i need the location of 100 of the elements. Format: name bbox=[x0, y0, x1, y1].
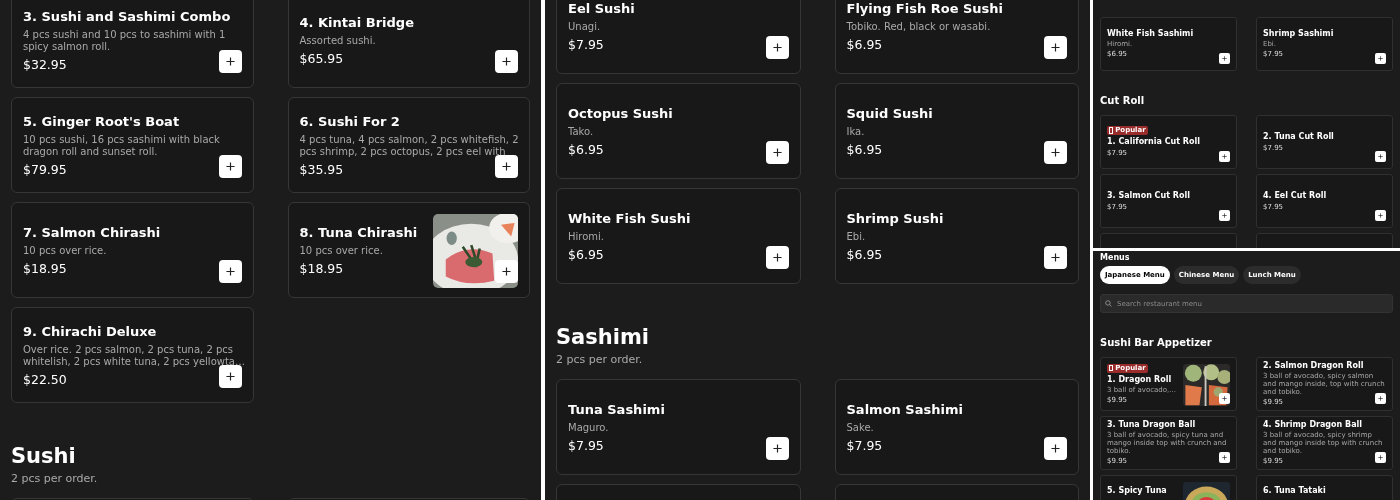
plus-icon bbox=[1222, 396, 1227, 401]
plus-icon bbox=[225, 372, 235, 381]
item-name: 7. Salmon Chirashi bbox=[23, 223, 161, 242]
item-price: $6.95 bbox=[846, 36, 883, 53]
add-button[interactable] bbox=[218, 50, 242, 73]
menu-item-card[interactable]: Octopus Sushi Tako. $6.95 bbox=[556, 83, 801, 179]
item-name: 4. Kintai Bridge bbox=[299, 13, 414, 32]
item-description: 10 pcs over rice. bbox=[299, 244, 384, 257]
plus-icon bbox=[1222, 455, 1227, 460]
item-price: $18.95 bbox=[23, 260, 67, 277]
add-button[interactable] bbox=[1044, 246, 1067, 269]
item-description: Over rice. 2 pcs salmon, 2 pcs tuna, 2 pcs whitelish, 2 pcs white tuna, 2 pcs yellowta… bbox=[23, 343, 246, 368]
item-price: $6.95 bbox=[568, 141, 604, 158]
item-name: Tuna Sashimi bbox=[568, 400, 665, 419]
item-name: 4. Eel Cut Roll bbox=[1263, 190, 1327, 201]
item-description: Tobiko. Red, black or wasabi. bbox=[846, 20, 992, 33]
plus-icon bbox=[1051, 444, 1060, 453]
menu-item-card[interactable]: Eel Sushi Unagi. $7.95 bbox=[556, 0, 801, 74]
section-heading: Sushi bbox=[11, 443, 77, 469]
item-description: 10 pcs over rice. bbox=[23, 244, 108, 257]
plus-icon bbox=[502, 267, 511, 276]
item-description: Hiromi. bbox=[568, 230, 605, 243]
item-description: Maguro. bbox=[568, 421, 610, 434]
item-name: Eel Sushi bbox=[568, 0, 635, 18]
menu-item-card[interactable]: 8. Tuna Chirashi 10 pcs over rice. $18.95 bbox=[287, 202, 530, 298]
plus-icon bbox=[502, 57, 511, 66]
plus-icon bbox=[772, 43, 782, 52]
plus-icon bbox=[225, 57, 235, 66]
item-name: 1. California Cut Roll bbox=[1107, 137, 1200, 147]
item-name: Shrimp Sushi bbox=[846, 209, 944, 228]
menu-item-card[interactable]: 7. Salmon Chirashi 10 pcs over rice. $18.95 bbox=[11, 202, 254, 298]
item-description: 4 pcs sushi and 10 pcs to sashimi with 1 spicy salmon roll. bbox=[23, 28, 227, 53]
plus-icon bbox=[772, 148, 782, 157]
add-button[interactable] bbox=[1044, 141, 1067, 164]
item-name: 5. Ginger Root's Boat bbox=[23, 112, 180, 131]
plus-icon bbox=[772, 444, 782, 453]
add-button[interactable] bbox=[495, 260, 518, 283]
item-price: $7.95 bbox=[568, 36, 604, 53]
add-button[interactable] bbox=[495, 50, 518, 73]
plus-icon bbox=[1222, 213, 1227, 218]
menu-item-card[interactable]: Salmon Sashimi Sake. $7.95 bbox=[834, 379, 1079, 475]
item-description: 4 pcs tuna, 4 pcs salmon, 2 pcs whitefish, 2 pcs shrimp, 2 pcs octopus, 2 pcs eel with bbox=[299, 133, 520, 158]
item-price: $6.95 bbox=[846, 141, 883, 158]
plus-icon bbox=[1378, 56, 1383, 61]
add-button[interactable] bbox=[765, 437, 789, 460]
square-icon bbox=[1109, 127, 1114, 134]
menu-item-card[interactable]: Tuna Sashimi Maguro. $7.95 bbox=[556, 379, 801, 475]
item-name: 8. Tuna Chirashi bbox=[299, 223, 418, 242]
menu-item-card[interactable]: 5. Spicy Tuna bbox=[1100, 475, 1237, 500]
item-name: Octopus Sushi bbox=[568, 104, 673, 123]
add-button[interactable] bbox=[765, 36, 789, 59]
add-button[interactable] bbox=[218, 365, 242, 388]
menu-item-card[interactable]: 9. Chirachi Deluxe Over rice. 2 pcs salmon, 2 pcs tuna, 2 pcs whitelish, 2 pcs white tuna, 2 pcs yellowta… $22.50 bbox=[11, 307, 254, 403]
item-name: 2. Salmon Dragon Roll bbox=[1263, 361, 1364, 371]
menu-item-card[interactable]: 5. Ginger Root's Boat 10 pcs sushi, 16 pcs sashimi with black dragon roll and sunset roll. $79.95 bbox=[11, 97, 254, 193]
item-description: Ika. bbox=[846, 125, 866, 138]
add-button[interactable] bbox=[1044, 437, 1067, 460]
plus-icon bbox=[1051, 148, 1060, 157]
section-heading: Sashimi bbox=[556, 324, 651, 350]
section-heading: Sushi Bar Appetizer bbox=[1100, 336, 1213, 349]
item-name: 9. Chirachi Deluxe bbox=[23, 322, 157, 341]
menu-item-card[interactable]: Shrimp Sushi Ebi. $6.95 bbox=[834, 188, 1079, 284]
item-description: 10 pcs sushi, 16 pcs sashimi with black dragon roll and sunset roll. bbox=[23, 133, 221, 158]
add-button[interactable] bbox=[765, 246, 789, 269]
add-button[interactable] bbox=[1044, 36, 1067, 59]
plus-icon bbox=[772, 253, 782, 262]
plus-icon bbox=[1378, 213, 1383, 218]
item-name: 1. Dragon Roll bbox=[1107, 374, 1172, 385]
item-price: $18.95 bbox=[299, 260, 344, 277]
menu-item-card[interactable]: 3. Sushi and Sashimi Combo 4 pcs sushi and 10 pcs to sashimi with 1 spicy salmon roll. $32.95 bbox=[11, 0, 254, 88]
add-button[interactable] bbox=[765, 141, 789, 164]
menu-item-card[interactable]: 6. Tuna Tataki bbox=[1256, 475, 1393, 500]
add-button[interactable] bbox=[218, 155, 242, 178]
square-icon bbox=[1109, 364, 1114, 372]
menu-item-card[interactable]: 6. Sushi For 2 4 pcs tuna, 4 pcs salmon, 2 pcs whitefish, 2 pcs shrimp, 2 pcs octopus, 2 pcs eel with $35.95 bbox=[287, 97, 530, 193]
item-description: Sake. bbox=[846, 421, 875, 434]
add-button[interactable] bbox=[218, 260, 242, 283]
add-button[interactable] bbox=[495, 155, 518, 178]
plus-icon bbox=[1378, 154, 1383, 159]
menu-item-card[interactable]: Flying Fish Roe Sushi Tobiko. Red, black or wasabi. $6.95 bbox=[834, 0, 1079, 74]
section-subtitle: 2 pcs per order. bbox=[11, 472, 99, 486]
item-price: $7.95 bbox=[568, 437, 604, 454]
item-name: 6. Sushi For 2 bbox=[299, 112, 400, 131]
menus-label: Menus bbox=[1100, 252, 1131, 263]
item-name: Flying Fish Roe Sushi bbox=[846, 0, 1004, 18]
plus-icon bbox=[225, 267, 235, 276]
item-price: $6.95 bbox=[568, 246, 604, 263]
item-price: $6.95 bbox=[846, 246, 883, 263]
item-name: Shrimp Sashimi bbox=[1263, 29, 1334, 39]
plus-icon bbox=[1222, 154, 1227, 159]
menu-item-card[interactable]: Squid Sushi Ika. $6.95 bbox=[834, 83, 1079, 179]
item-price: $79.95 bbox=[23, 161, 67, 178]
item-description: Tako. bbox=[568, 125, 595, 138]
plus-icon bbox=[225, 162, 235, 171]
item-name: White Fish Sushi bbox=[568, 209, 691, 228]
menu-item-card[interactable]: White Fish Sushi Hiromi. $6.95 bbox=[556, 188, 801, 284]
menu-item-card[interactable]: 4. Kintai Bridge Assorted sushi. $65.95 bbox=[287, 0, 530, 88]
item-price: $32.95 bbox=[23, 56, 67, 73]
item-name: 3. Tuna Dragon Ball bbox=[1107, 420, 1196, 430]
search-icon bbox=[1105, 300, 1112, 307]
